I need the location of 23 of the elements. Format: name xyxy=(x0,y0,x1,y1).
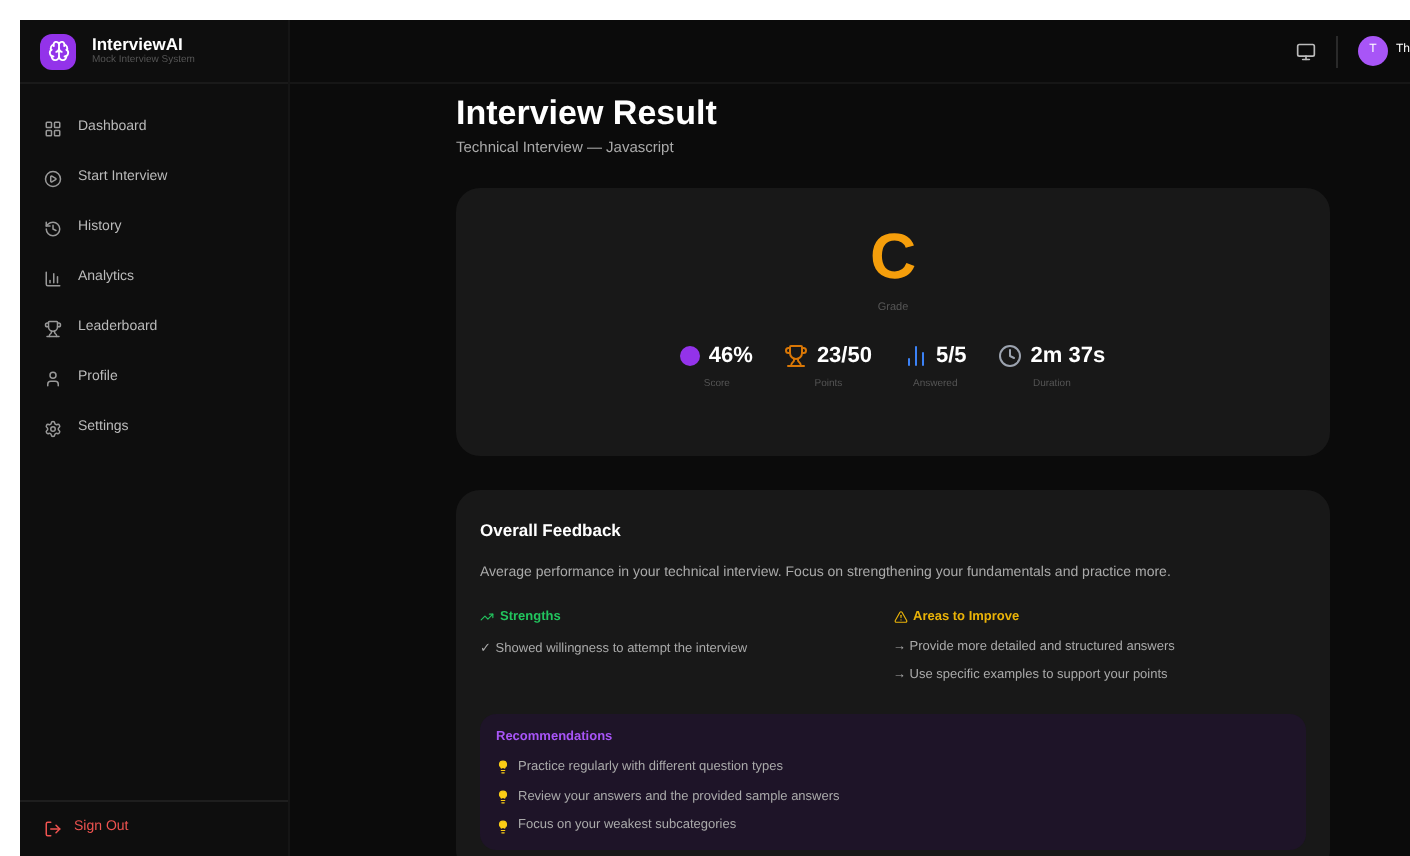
grid-icon xyxy=(44,120,62,138)
lightbulb-icon xyxy=(496,789,510,804)
trending-up-icon xyxy=(480,610,494,625)
bar-chart-icon xyxy=(44,270,62,288)
stat-value: 5/5 xyxy=(935,341,967,372)
lightbulb-icon xyxy=(496,760,510,775)
warning-icon xyxy=(893,610,907,625)
lightbulb-icon xyxy=(496,819,510,834)
stat-value: 23/50 xyxy=(816,341,872,372)
stat-value: 46% xyxy=(708,341,753,372)
history-icon xyxy=(44,220,62,238)
feedback-title: Overall Feedback xyxy=(480,517,623,543)
brain-logo-icon xyxy=(40,33,76,69)
grade-letter: C xyxy=(869,223,917,287)
stat-value: 2m 37s xyxy=(1030,341,1106,372)
user-icon xyxy=(44,370,62,388)
brand-name: InterviewAI xyxy=(92,35,185,53)
monitor-icon[interactable] xyxy=(1295,41,1316,61)
settings-icon xyxy=(44,420,62,438)
page-title: Interview Result xyxy=(456,92,719,135)
play-circle-icon xyxy=(44,170,62,188)
trophy-icon xyxy=(44,320,62,338)
sign-out-icon xyxy=(44,820,62,838)
